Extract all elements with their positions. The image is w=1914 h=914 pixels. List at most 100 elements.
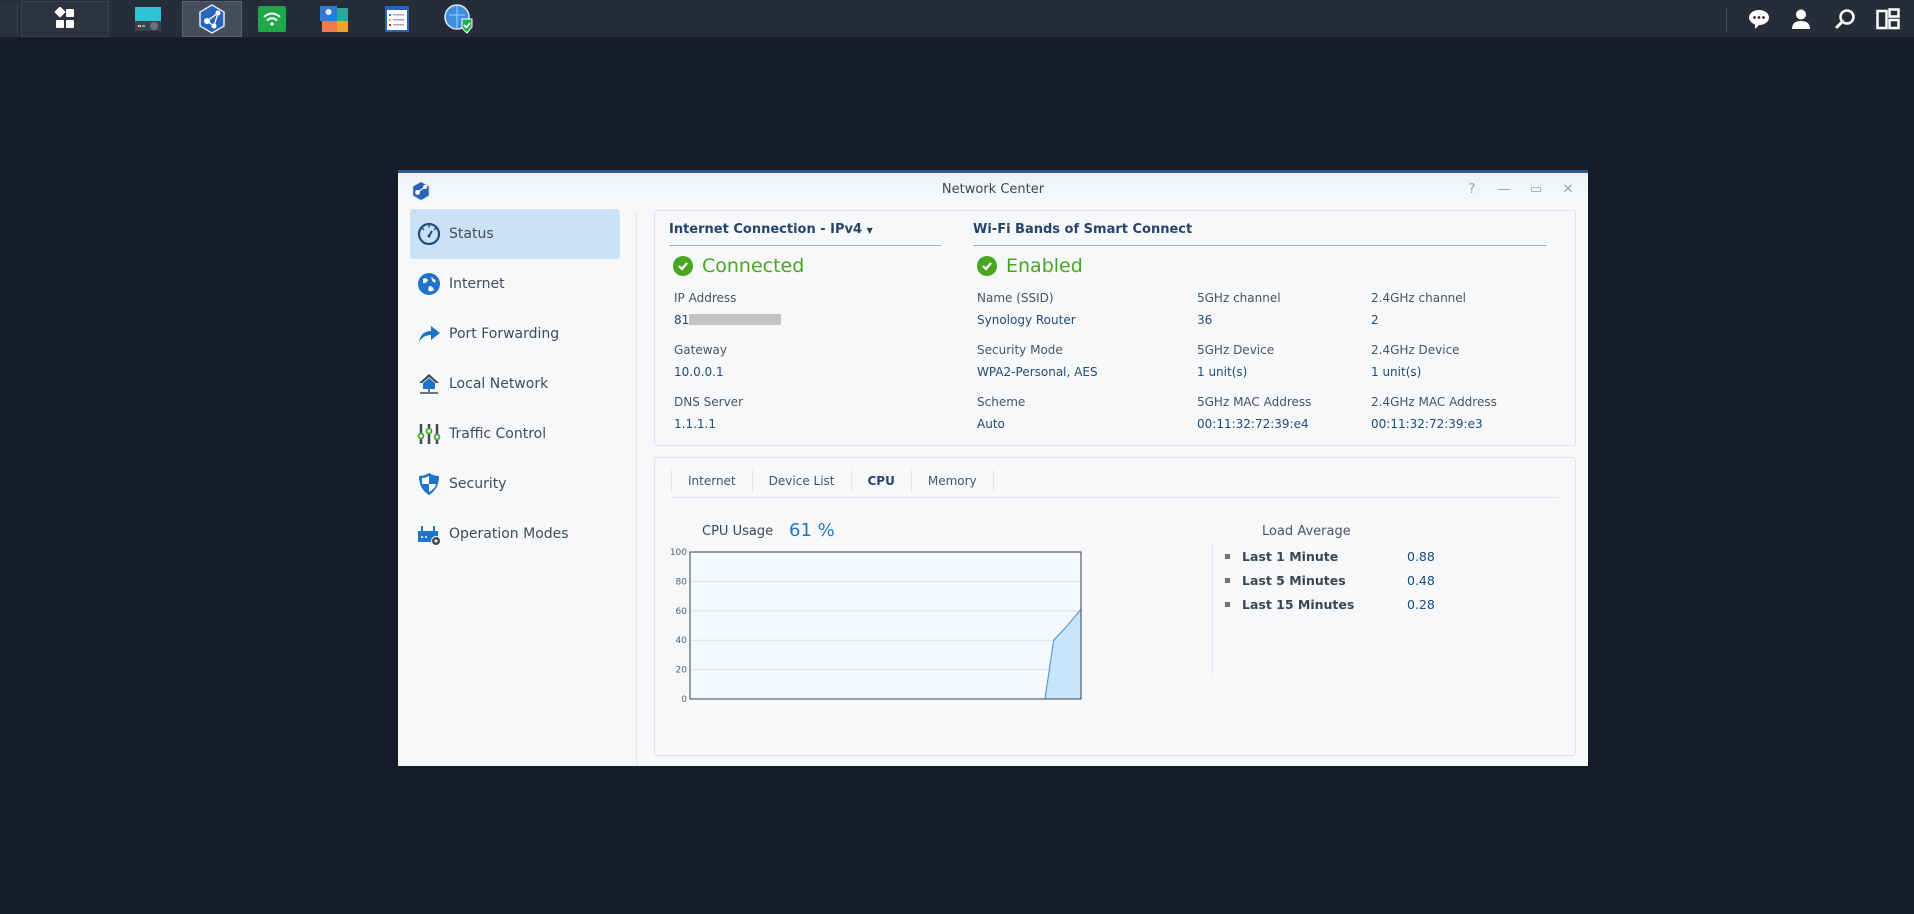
internet-connection-heading: Internet Connection - IPv4 ▼ [669,222,941,246]
bullet-icon [1225,601,1230,607]
sidebar-item-operation-modes[interactable]: Operation Modes [410,509,620,559]
storage-manager-icon [135,7,161,31]
sidebar-item-local-network[interactable]: Local Network [410,359,620,409]
list-item: Last 5 Minutes 0.48 [1225,568,1435,592]
user-management-icon [320,6,348,32]
sidebar-item-security[interactable]: Security [410,459,620,509]
resource-monitor-panel: Internet Device List CPU Memory CPU Usag… [654,457,1576,756]
home-network-icon [416,371,442,397]
sidebar: Status Internet Port Forwarding Local Ne… [410,209,620,559]
5ghz-mac-label: 5GHz MAC Address [1197,395,1312,409]
widgets-icon [1876,8,1900,30]
check-circle-icon [673,256,693,276]
maximize-button[interactable]: ▭ [1522,179,1550,199]
storage-manager-app[interactable] [130,1,166,37]
bullet-icon [1225,553,1230,559]
minimize-button[interactable]: — [1490,179,1518,199]
redacted-block [689,314,782,325]
load-value: 0.88 [1407,548,1435,564]
wifi-connect-app[interactable] [256,1,288,37]
show-desktop-button[interactable] [0,2,18,36]
wifi-status: Enabled [977,255,1083,277]
24ghz-mac-label: 2.4GHz MAC Address [1371,395,1497,409]
5ghz-mac-value: 00:11:32:72:39:e4 [1197,417,1309,431]
sidebar-item-label: Status [449,226,494,242]
chat-icon [1749,10,1769,29]
user-menu-button[interactable] [1788,1,1814,37]
ssid-value: Synology Router [977,313,1076,327]
security-mode-label: Security Mode [977,343,1063,357]
sidebar-item-port-forwarding[interactable]: Port Forwarding [410,309,620,359]
security-mode-value: WPA2-Personal, AES [977,365,1098,379]
chart-y-tick-label: 60 [676,607,688,617]
load-label: Last 15 Minutes [1242,596,1355,612]
main-menu-button[interactable] [21,1,109,37]
protocol-dropdown[interactable]: IPv4 ▼ [830,222,873,237]
taskbar [0,0,1914,38]
sidebar-item-label: Local Network [449,376,549,392]
search-icon [1835,9,1855,29]
status-overview-panel: Internet Connection - IPv4 ▼ Connected I… [654,210,1576,446]
chart-y-tick-label: 20 [676,666,688,676]
router-gear-icon [416,521,442,547]
sidebar-item-label: Port Forwarding [449,326,560,342]
5ghz-device-label: 5GHz Device [1197,343,1275,357]
notifications-button[interactable] [1744,1,1774,37]
24ghz-mac-value: 00:11:32:72:39:e3 [1371,417,1483,431]
arrow-forward-icon [416,321,442,347]
sidebar-item-label: Operation Modes [449,526,569,542]
load-average-list: Last 1 Minute 0.88 Last 5 Minutes 0.48 L… [1212,544,1435,674]
safe-access-app[interactable] [442,1,476,37]
safe-access-icon [444,4,473,34]
help-button[interactable]: ? [1458,179,1486,199]
search-button[interactable] [1832,1,1858,37]
log-center-app[interactable] [382,1,412,37]
sidebar-item-internet[interactable]: Internet [410,259,620,309]
ip-address-label: IP Address [674,291,737,305]
scheme-value: Auto [977,417,1005,431]
check-circle-icon [977,256,997,276]
cpu-usage-chart: 0 20 40 60 80 100 [670,548,1082,705]
network-center-window: Network Center ? — ▭ ✕ Status Internet P… [398,170,1588,766]
load-label: Last 1 Minute [1242,548,1339,564]
sliders-icon [416,421,442,447]
chart-y-tick-label: 40 [676,636,688,646]
24ghz-device-label: 2.4GHz Device [1371,343,1460,357]
bullet-icon [1225,577,1230,583]
5ghz-channel-label: 5GHz channel [1197,291,1281,305]
sidebar-item-status[interactable]: Status [410,209,620,259]
user-management-app[interactable] [318,1,350,37]
24ghz-channel-label: 2.4GHz channel [1371,291,1467,305]
log-center-icon [385,6,409,32]
ssid-label: Name (SSID) [977,291,1054,305]
window-titlebar[interactable]: Network Center ? — ▭ ✕ [398,173,1588,205]
gauge-icon [416,221,442,247]
shield-icon [416,471,442,497]
chart-y-tick-label: 100 [670,548,687,558]
globe-icon [416,271,442,297]
widgets-button[interactable] [1874,1,1902,37]
wifi-bands-heading: Wi-Fi Bands of Smart Connect [973,222,1547,246]
dns-server-value: 1.1.1.1 [674,417,716,431]
caret-down-icon: ▼ [866,226,873,235]
wifi-icon [258,6,286,32]
chart-y-tick-label: 0 [681,695,687,705]
internet-status: Connected [673,255,804,277]
load-label: Last 5 Minutes [1242,572,1346,588]
network-center-app[interactable] [182,1,242,37]
ip-address-value: 81 [674,313,782,327]
window-title: Network Center [941,182,1045,197]
sidebar-item-label: Security [449,476,507,492]
sidebar-item-label: Traffic Control [449,426,547,442]
24ghz-channel-value: 2 [1371,313,1379,327]
chart-y-tick-label: 80 [676,577,688,587]
network-center-icon [199,4,225,34]
user-icon [1792,9,1810,29]
gateway-label: Gateway [674,343,728,357]
close-button[interactable]: ✕ [1554,179,1582,199]
load-value: 0.28 [1407,596,1435,612]
list-item: Last 15 Minutes 0.28 [1225,592,1435,616]
load-value: 0.48 [1407,572,1435,588]
sidebar-item-traffic-control[interactable]: Traffic Control [410,409,620,459]
load-average-title: Load Average [1262,524,1351,539]
